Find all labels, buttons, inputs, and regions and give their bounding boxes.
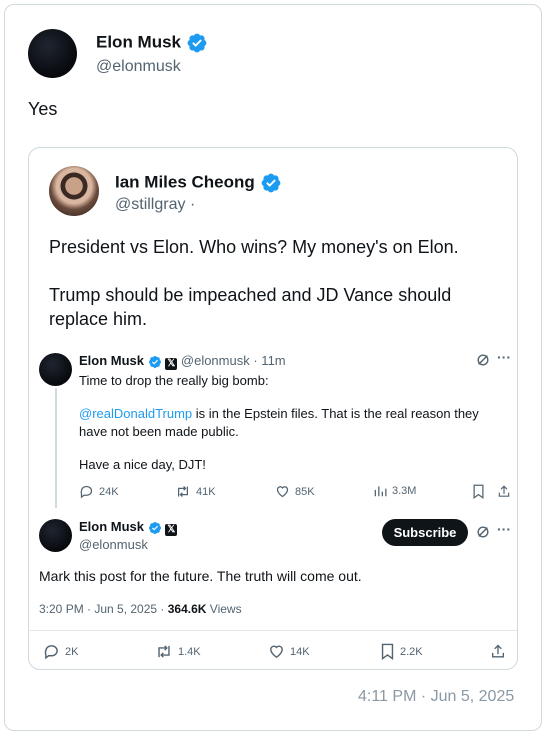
quoted-handle-text[interactable]: @stillgray (115, 196, 185, 213)
thread-header: Elon Musk 𝕏 (79, 519, 178, 536)
quoted-author-name[interactable]: Ian Miles Cheong (115, 172, 255, 191)
quoted-paragraph: Trump should be impeached and JD Vance s… (49, 285, 452, 329)
thread-author-name[interactable]: Elon Musk (79, 353, 144, 368)
reply-count: 24K (99, 485, 119, 498)
thread-handle[interactable]: @elonmusk (79, 537, 148, 552)
thread-age[interactable]: · 11m (253, 353, 285, 368)
post-text: Yes (28, 99, 58, 119)
views-button[interactable]: 3.3M (373, 484, 416, 498)
repost-icon (158, 645, 170, 658)
verified-badge-icon (148, 521, 161, 534)
reply-button[interactable]: 2K (43, 643, 78, 660)
like-button[interactable]: 14K (268, 643, 310, 660)
views-icon (374, 486, 387, 497)
share-icon (498, 485, 510, 497)
author-handle[interactable]: @elonmusk (96, 58, 181, 76)
bookmark-button[interactable]: 2.2K (380, 643, 423, 660)
author-name-row[interactable]: Elon Musk (96, 32, 208, 54)
repost-button[interactable]: 1.4K (155, 643, 201, 660)
subscribe-button[interactable]: Subscribe (382, 519, 468, 546)
repost-button[interactable]: 41K (175, 484, 216, 499)
verified-badge-icon (261, 173, 280, 193)
more-options-icon[interactable]: ··· (497, 349, 511, 365)
author-avatar[interactable] (28, 29, 77, 78)
repost-count: 41K (196, 485, 216, 498)
x-logo-icon: 𝕏 (165, 358, 178, 370)
thread-second-text: Mark this post for the future. The truth… (39, 568, 362, 584)
verified-badge-icon (148, 355, 161, 368)
thread-author-name[interactable]: Elon Musk (79, 519, 144, 534)
bookmark-icon (381, 643, 394, 660)
thread-second-time[interactable]: 3:20 PM · Jun 5, 2025 · (39, 602, 168, 616)
more-options-icon[interactable]: ··· (497, 521, 511, 537)
quoted-author-handle[interactable]: @stillgray · (115, 196, 195, 214)
views-count: 3.3M (392, 485, 417, 497)
quoted-author-avatar[interactable] (49, 166, 99, 216)
repost-icon (178, 486, 188, 497)
grok-icon[interactable] (476, 525, 490, 539)
thread-avatar[interactable] (39, 519, 72, 552)
reply-icon (44, 645, 58, 660)
bookmark-button[interactable] (472, 484, 485, 499)
reply-icon (80, 485, 93, 499)
handle-separator: · (189, 196, 196, 213)
like-count: 14K (290, 645, 310, 658)
thread-handle[interactable]: @elonmusk (181, 353, 250, 368)
thread-header: Elon Musk 𝕏 @elonmusk · 11m (79, 353, 286, 370)
like-button[interactable]: 85K (275, 484, 315, 499)
quoted-author-name-row[interactable]: Ian Miles Cheong (115, 172, 282, 194)
reply-count: 2K (65, 645, 79, 658)
quoted-paragraph: President vs Elon. Who wins? My money's … (49, 237, 459, 257)
author-name[interactable]: Elon Musk (96, 32, 181, 51)
thread-connector (55, 388, 57, 508)
repost-count: 1.4K (178, 645, 201, 658)
thread-second-meta: 3:20 PM · Jun 5, 2025 · 364.6K Views (39, 602, 242, 616)
heart-icon (270, 645, 283, 659)
bookmark-icon (473, 484, 484, 499)
thread-text-line1: Time to drop the really big bomb: (79, 373, 269, 388)
thread-text-line3: Have a nice day, DJT! (79, 457, 206, 472)
reply-button[interactable]: 24K (79, 484, 119, 499)
bookmark-count: 2.2K (400, 645, 423, 658)
share-icon (492, 644, 504, 658)
views-label: Views (206, 602, 242, 616)
heart-icon (276, 486, 289, 498)
mention-link[interactable]: @realDonaldTrump (79, 406, 192, 421)
like-count: 85K (295, 485, 315, 498)
verified-badge-icon (187, 33, 207, 53)
divider (28, 630, 517, 631)
post-timestamp[interactable]: 4:11 PM · Jun 5, 2025 (358, 688, 514, 706)
thread-second-views: 364.6K (167, 602, 207, 616)
share-button[interactable] (497, 484, 511, 499)
grok-icon[interactable] (476, 353, 490, 367)
thread-avatar[interactable] (39, 353, 72, 386)
thread-text-body: @realDonaldTrump is in the Epstein files… (79, 405, 509, 441)
x-logo-icon: 𝕏 (165, 524, 178, 536)
quoted-post-text: President vs Elon. Who wins? My money's … (49, 235, 489, 355)
share-button[interactable] (490, 643, 506, 660)
